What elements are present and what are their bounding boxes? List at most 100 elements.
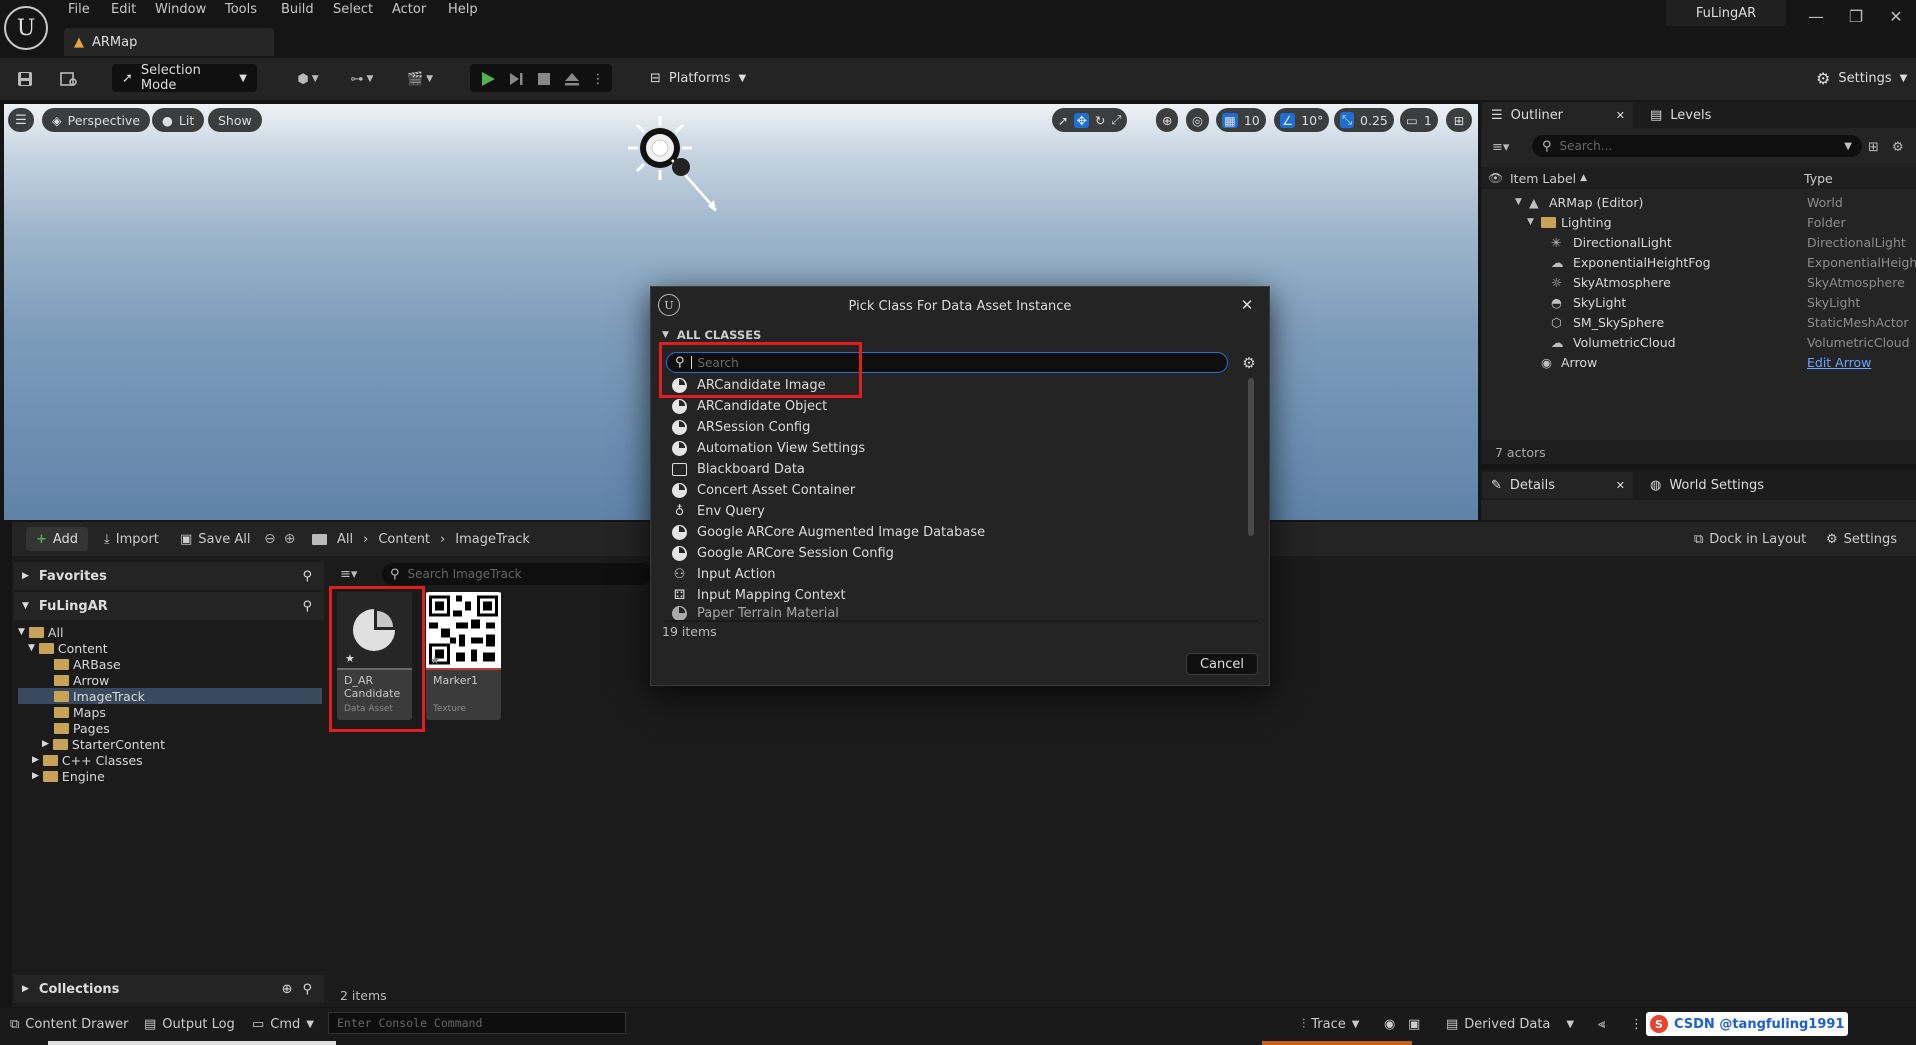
add-button[interactable]: + Add: [26, 527, 88, 551]
class-item[interactable]: Google ARCore Session Config: [672, 543, 1252, 564]
menu-edit[interactable]: Edit: [111, 2, 136, 22]
class-item[interactable]: Paper Terrain Material: [672, 606, 1252, 620]
class-item[interactable]: Concert Asset Container: [672, 480, 1252, 501]
stop-icon[interactable]: [532, 66, 556, 92]
output-log-button[interactable]: ▤ Output Log: [144, 1012, 235, 1036]
forward-icon[interactable]: ⊕: [284, 531, 296, 547]
tree-item-cpp-classes[interactable]: ▶ C++ Classes: [18, 752, 322, 768]
tree-item-pages[interactable]: Pages: [18, 720, 322, 736]
restore-icon[interactable]: ❐: [1836, 4, 1876, 28]
cmd-dropdown[interactable]: ▭ Cmd ▼: [252, 1012, 314, 1036]
search-icon[interactable]: ⚲: [302, 569, 312, 584]
filter-icon[interactable]: ≡▾: [1492, 136, 1522, 158]
class-item[interactable]: Google ARCore Augmented Image Database: [672, 522, 1252, 543]
drawer-settings-button[interactable]: ⚙ Settings: [1826, 527, 1897, 551]
menu-actor[interactable]: Actor: [392, 2, 426, 22]
back-icon[interactable]: ⊖: [264, 531, 276, 547]
add-folder-icon[interactable]: ⊞: [1868, 136, 1888, 158]
eject-icon[interactable]: [560, 66, 584, 92]
play-icon[interactable]: [476, 66, 500, 92]
show-button[interactable]: Show: [208, 108, 262, 132]
breadcrumb-item[interactable]: Content: [378, 532, 430, 547]
collections-header[interactable]: ▶ Collections ⊕ ⚲: [14, 975, 324, 1003]
add-collection-icon[interactable]: ⊕: [282, 982, 293, 997]
cancel-button[interactable]: Cancel: [1186, 653, 1258, 675]
breadcrumb-item[interactable]: ImageTrack: [455, 532, 530, 547]
add-actor-icon[interactable]: ⬢ ▼: [288, 66, 328, 92]
asset-search[interactable]: ⚲ Search ImageTrack: [382, 563, 652, 585]
outliner-row[interactable]: ✳ DirectionalLight DirectionalLight: [1485, 232, 1916, 252]
class-item[interactable]: Automation View Settings: [672, 438, 1252, 459]
visibility-icon[interactable]: 👁: [1488, 167, 1503, 189]
screenshot-icon[interactable]: ▣: [1408, 1012, 1420, 1036]
breadcrumb-item[interactable]: All: [337, 532, 353, 547]
platforms-dropdown[interactable]: ⊟ Platforms ▼: [640, 64, 746, 92]
content-drawer-button[interactable]: ⧉ Content Drawer: [10, 1012, 128, 1036]
outliner-row[interactable]: ☁ ExponentialHeightFog ExponentialHeight…: [1485, 252, 1916, 272]
class-item[interactable]: ⚃ Input Mapping Context: [672, 585, 1252, 606]
more-options-icon[interactable]: ⋮: [1630, 1012, 1643, 1036]
outliner-search[interactable]: ⚲ Search... ▼: [1532, 135, 1862, 157]
browse-icon[interactable]: [58, 66, 80, 92]
scale-snap[interactable]: ⤡ 0.25: [1334, 108, 1394, 132]
more-options-icon[interactable]: ⋮: [588, 66, 608, 92]
move-tool-icon[interactable]: ✥: [1074, 112, 1089, 128]
menu-select[interactable]: Select: [333, 2, 373, 22]
class-list-scrollbar[interactable]: [1248, 378, 1254, 536]
trace-dropdown[interactable]: ⫶ Trace ▼: [1302, 1012, 1359, 1036]
tab-world-settings[interactable]: ◍ World Settings: [1642, 472, 1802, 498]
tree-item-maps[interactable]: Maps: [18, 704, 322, 720]
outliner-row[interactable]: ◓ SkyLight SkyLight: [1485, 292, 1916, 312]
tab-details[interactable]: ✎ Details ✕: [1483, 472, 1633, 498]
column-type[interactable]: Type: [1804, 167, 1833, 189]
class-item[interactable]: ARSession Config: [672, 417, 1252, 438]
lit-button[interactable]: ● Lit: [152, 108, 205, 132]
tree-item-engine[interactable]: ▶ Engine: [18, 768, 322, 784]
column-item-label[interactable]: Item Label ▲: [1510, 167, 1587, 189]
project-header[interactable]: ▼ FuLingAR ⚲: [14, 592, 324, 620]
search-icon[interactable]: ⚲: [302, 599, 312, 614]
tab-levels[interactable]: ▤ Levels: [1642, 102, 1762, 128]
blueprint-icon[interactable]: ⊶ ▼: [342, 66, 382, 92]
import-button[interactable]: ⤓ Import: [104, 527, 159, 551]
derived-data-dropdown[interactable]: ▤ Derived Data ▼: [1446, 1012, 1574, 1036]
save-icon[interactable]: [14, 66, 36, 92]
settings-dropdown[interactable]: ⚙ Settings ▼: [1806, 64, 1907, 92]
console-input[interactable]: Enter Console Command: [328, 1012, 626, 1034]
gear-icon[interactable]: ⚙: [1238, 352, 1260, 374]
menu-file[interactable]: File: [68, 2, 90, 22]
outliner-row[interactable]: ◉ Arrow Edit Arrow: [1485, 352, 1916, 372]
record-icon[interactable]: ◉: [1384, 1012, 1395, 1036]
tab-outliner[interactable]: ☰ Outliner ✕: [1483, 102, 1633, 128]
menu-window[interactable]: Window: [155, 2, 206, 22]
grid-snap[interactable]: ▦ 10: [1216, 108, 1266, 132]
filter-icon[interactable]: ≡▾: [340, 563, 372, 585]
search-icon[interactable]: ⚲: [302, 982, 312, 997]
minimize-icon[interactable]: —: [1796, 4, 1836, 28]
advance-frame-icon[interactable]: [504, 66, 528, 92]
scale-tool-icon[interactable]: ⤢: [1111, 112, 1121, 128]
selection-mode-dropdown[interactable]: ➚ Selection Mode ▼: [112, 63, 257, 93]
class-item[interactable]: ♁ Env Query: [672, 501, 1252, 522]
tree-item-content[interactable]: ▼ Content: [18, 640, 322, 656]
menu-build[interactable]: Build: [281, 2, 314, 22]
save-all-button[interactable]: ▣ Save All: [180, 527, 250, 551]
rotate-tool-icon[interactable]: ↻: [1095, 113, 1105, 128]
asset-tile-data-asset[interactable]: ★ D_AR Candidate Data Asset: [337, 592, 412, 720]
menu-tools[interactable]: Tools: [225, 2, 257, 22]
outliner-row[interactable]: ⬡ SM_SkySphere StaticMeshActor: [1485, 312, 1916, 332]
rotation-snap[interactable]: ∠ 10°: [1274, 108, 1330, 132]
unreal-logo-icon[interactable]: U: [4, 6, 48, 50]
tree-item-arbase[interactable]: ARBase: [18, 656, 322, 672]
select-tool-icon[interactable]: ➚: [1058, 113, 1068, 128]
perspective-button[interactable]: ◈ Perspective: [42, 108, 151, 132]
class-item[interactable]: ⚇ Input Action: [672, 564, 1252, 585]
tree-item-imagetrack[interactable]: ImageTrack: [18, 688, 322, 704]
close-window-icon[interactable]: ✕: [1876, 4, 1916, 28]
class-item[interactable]: ARCandidate Object: [672, 396, 1252, 417]
outliner-row[interactable]: ☼ SkyAtmosphere SkyAtmosphere: [1485, 272, 1916, 292]
close-icon[interactable]: ✕: [1236, 294, 1258, 316]
surface-snap-toggle[interactable]: ◎: [1186, 108, 1209, 132]
directional-light-gizmo[interactable]: [624, 112, 720, 216]
outliner-row[interactable]: ▼ ▲ ARMap (Editor) World: [1485, 192, 1916, 212]
